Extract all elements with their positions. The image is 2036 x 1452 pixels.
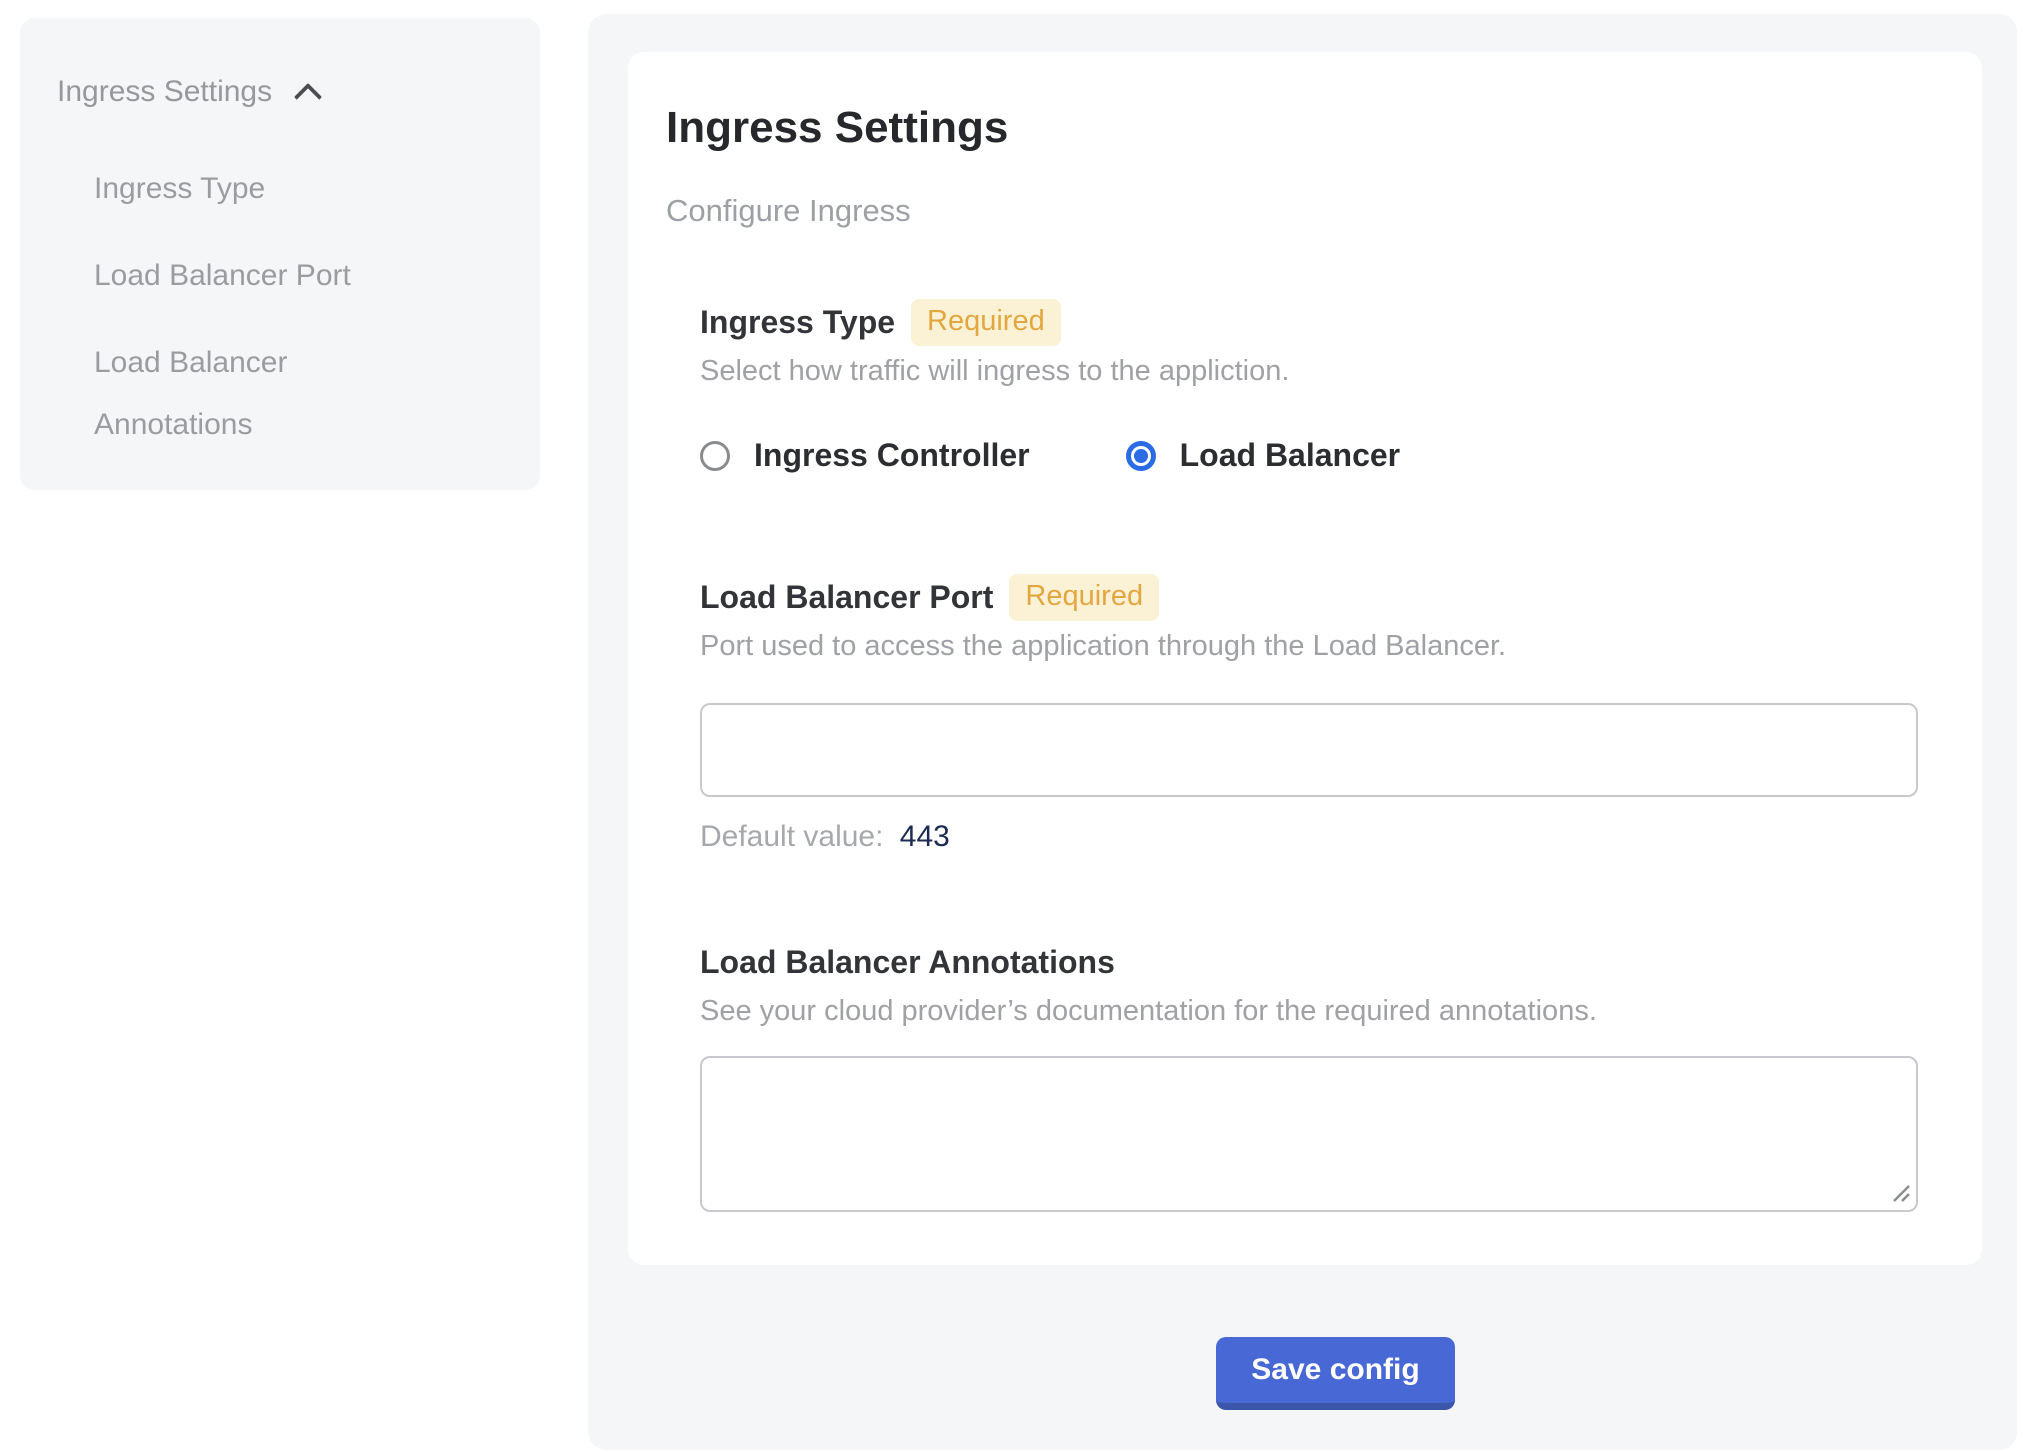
field-label: Load Balancer Annotations [700, 938, 1115, 986]
sidebar-item-list: Ingress Type Load Balancer Port Load Bal… [57, 158, 503, 456]
load-balancer-port-input[interactable] [700, 703, 1918, 797]
default-value-label: Default value: [700, 820, 883, 853]
page-title: Ingress Settings [666, 106, 1918, 150]
ingress-type-radio-group: Ingress Controller Load Balancer [700, 437, 1918, 474]
field-label: Ingress Type [700, 298, 895, 346]
sidebar-section-title: Ingress Settings [57, 68, 272, 116]
radio-option-ingress-controller[interactable]: Ingress Controller [700, 437, 1030, 474]
settings-sidebar: Ingress Settings Ingress Type Load Balan… [20, 18, 540, 490]
field-load-balancer-port: Load Balancer Port Required Port used to… [700, 573, 1918, 855]
chevron-up-icon [294, 83, 322, 111]
ingress-settings-card: Ingress Settings Configure Ingress Ingre… [628, 52, 1982, 1265]
radio-unselected-icon [700, 441, 730, 471]
radio-label: Ingress Controller [754, 437, 1030, 474]
field-label-row: Load Balancer Annotations [700, 938, 1918, 986]
default-value: 443 [900, 820, 950, 853]
field-description: See your cloud provider’s documentation … [700, 994, 1918, 1028]
field-description: Port used to access the application thro… [700, 629, 1918, 663]
sidebar-section-ingress-settings[interactable]: Ingress Settings [57, 68, 503, 116]
page-subtitle: Configure Ingress [666, 194, 1918, 228]
radio-selected-icon [1126, 441, 1156, 471]
sidebar-item-ingress-type[interactable]: Ingress Type [94, 158, 414, 220]
required-badge: Required [911, 299, 1061, 346]
form-fields: Ingress Type Required Select how traffic… [700, 298, 1918, 1212]
load-balancer-annotations-textarea[interactable] [700, 1056, 1918, 1212]
default-value-row: Default value: 443 [700, 819, 1918, 855]
sidebar-item-load-balancer-annotations[interactable]: Load Balancer Annotations [94, 332, 414, 456]
field-label-row: Load Balancer Port Required [700, 573, 1918, 621]
save-config-button[interactable]: Save config [1216, 1337, 1455, 1410]
field-load-balancer-annotations: Load Balancer Annotations See your cloud… [700, 938, 1918, 1212]
field-description: Select how traffic will ingress to the a… [700, 354, 1918, 388]
annotations-textarea-wrap [700, 1056, 1918, 1212]
radio-label: Load Balancer [1180, 437, 1401, 474]
field-label-row: Ingress Type Required [700, 298, 1918, 346]
radio-dot [1134, 449, 1148, 463]
radio-option-load-balancer[interactable]: Load Balancer [1126, 437, 1401, 474]
resize-handle-icon[interactable] [1891, 1183, 1913, 1205]
required-badge: Required [1009, 574, 1159, 621]
field-label: Load Balancer Port [700, 573, 993, 621]
sidebar-item-load-balancer-port[interactable]: Load Balancer Port [94, 245, 414, 307]
main-panel: Ingress Settings Configure Ingress Ingre… [588, 14, 2017, 1450]
field-ingress-type: Ingress Type Required Select how traffic… [700, 298, 1918, 474]
